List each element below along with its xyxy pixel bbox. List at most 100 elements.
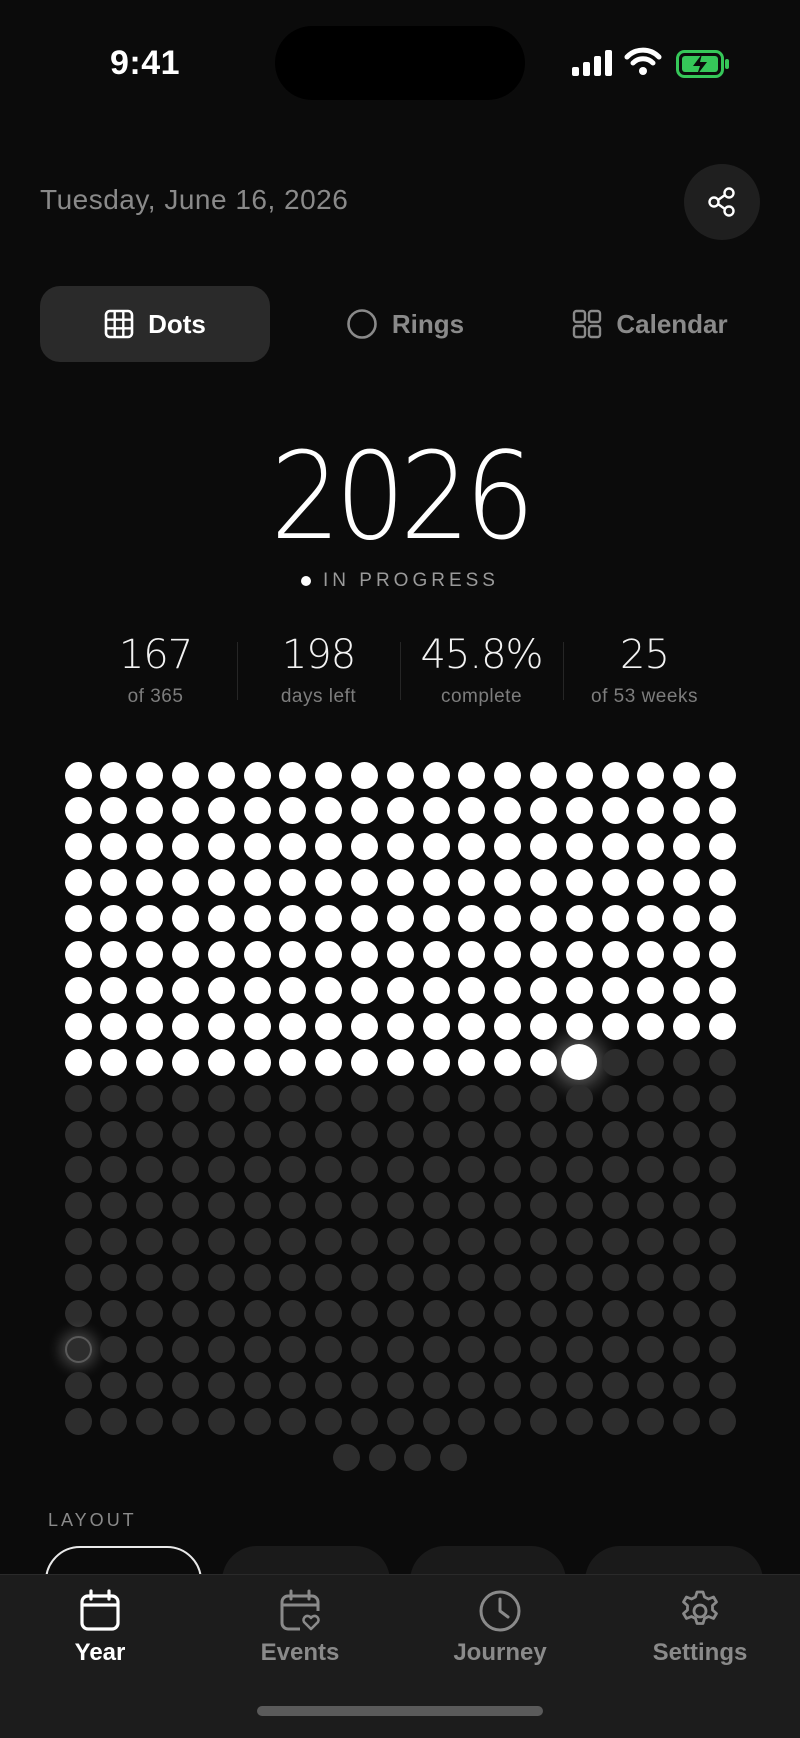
day-dot[interactable] <box>243 1335 271 1363</box>
day-dot[interactable] <box>207 976 235 1004</box>
day-dot[interactable] <box>64 1300 92 1327</box>
day-dot[interactable] <box>708 797 736 825</box>
day-dot[interactable] <box>243 1084 271 1112</box>
day-dot[interactable] <box>494 1156 522 1184</box>
day-dot[interactable] <box>64 905 92 933</box>
day-dot[interactable] <box>350 941 378 968</box>
day-dot[interactable] <box>64 1407 92 1435</box>
day-dot[interactable] <box>279 976 307 1004</box>
day-dot[interactable] <box>637 869 665 897</box>
day-dot[interactable] <box>386 1407 414 1435</box>
day-dot[interactable] <box>279 1156 307 1184</box>
day-dot[interactable] <box>565 761 593 789</box>
day-dot[interactable] <box>708 833 736 861</box>
day-dot[interactable] <box>243 976 271 1004</box>
day-dot[interactable] <box>637 1264 665 1292</box>
day-dot[interactable] <box>422 797 450 825</box>
day-dot[interactable] <box>494 1012 522 1040</box>
day-dot[interactable] <box>529 869 557 897</box>
day-dot[interactable] <box>243 1264 271 1292</box>
day-dot[interactable] <box>171 941 199 968</box>
day-dot[interactable] <box>207 941 235 968</box>
day-dot[interactable] <box>100 1371 128 1399</box>
day-dot[interactable] <box>708 1084 736 1112</box>
day-dot[interactable] <box>279 1228 307 1256</box>
day-dot[interactable] <box>386 941 414 968</box>
day-dot[interactable] <box>529 1084 557 1112</box>
day-dot[interactable] <box>404 1443 432 1471</box>
day-dot[interactable] <box>315 1048 343 1076</box>
day-dot[interactable] <box>529 941 557 968</box>
day-dot[interactable] <box>673 833 701 861</box>
day-dot[interactable] <box>601 797 629 825</box>
day-dot[interactable] <box>315 1084 343 1112</box>
day-dot[interactable] <box>243 797 271 825</box>
day-dot[interactable] <box>207 797 235 825</box>
day-dot[interactable] <box>171 1192 199 1220</box>
day-dot[interactable] <box>136 1371 164 1399</box>
day-dot[interactable] <box>422 1407 450 1435</box>
day-dot[interactable] <box>350 1407 378 1435</box>
day-dot[interactable] <box>422 1012 450 1040</box>
day-dot[interactable] <box>350 1192 378 1220</box>
day-dot[interactable] <box>529 1192 557 1220</box>
day-dot[interactable] <box>386 1192 414 1220</box>
day-dot[interactable] <box>171 1048 199 1076</box>
day-dot[interactable] <box>386 1084 414 1112</box>
day-dot[interactable] <box>64 1084 92 1112</box>
day-dot[interactable] <box>350 1156 378 1184</box>
day-dot[interactable] <box>207 833 235 861</box>
day-dot[interactable] <box>100 1335 128 1363</box>
tabbar-settings[interactable]: Settings <box>615 1589 785 1667</box>
day-dot[interactable] <box>601 1012 629 1040</box>
day-dot[interactable] <box>279 1192 307 1220</box>
day-dot[interactable] <box>601 761 629 789</box>
day-dot[interactable] <box>100 761 128 789</box>
day-dot[interactable] <box>422 1335 450 1363</box>
day-dot[interactable] <box>637 797 665 825</box>
day-dot[interactable] <box>529 976 557 1004</box>
day-dot[interactable] <box>207 1012 235 1040</box>
day-dot[interactable] <box>243 1156 271 1184</box>
day-dot[interactable] <box>440 1443 468 1471</box>
day-dot[interactable] <box>136 1264 164 1292</box>
day-dot[interactable] <box>673 1371 701 1399</box>
day-dot[interactable] <box>494 761 522 789</box>
day-dot[interactable] <box>458 1192 486 1220</box>
day-dot[interactable] <box>171 1264 199 1292</box>
day-dot[interactable] <box>350 1012 378 1040</box>
day-dot[interactable] <box>565 941 593 968</box>
day-dot[interactable] <box>494 869 522 897</box>
day-dot[interactable] <box>386 869 414 897</box>
day-dot[interactable] <box>207 1084 235 1112</box>
day-dot[interactable] <box>565 1407 593 1435</box>
day-dot[interactable] <box>601 941 629 968</box>
day-dot[interactable] <box>350 1264 378 1292</box>
day-dot[interactable] <box>136 1407 164 1435</box>
day-dot[interactable] <box>100 905 128 933</box>
day-dot[interactable] <box>708 1048 736 1076</box>
day-dot[interactable] <box>100 976 128 1004</box>
day-dot[interactable] <box>136 761 164 789</box>
day-dot[interactable] <box>673 1407 701 1435</box>
day-dot[interactable] <box>64 1228 92 1256</box>
day-dot[interactable] <box>529 1335 557 1363</box>
day-dot[interactable] <box>637 1084 665 1112</box>
day-dot[interactable] <box>708 905 736 933</box>
day-dot[interactable] <box>708 1335 736 1363</box>
day-dot[interactable] <box>243 1192 271 1220</box>
day-dot[interactable] <box>565 1084 593 1112</box>
day-dot[interactable] <box>243 1120 271 1148</box>
day-dot[interactable] <box>279 761 307 789</box>
day-dot[interactable] <box>315 1192 343 1220</box>
day-dot[interactable] <box>458 1012 486 1040</box>
day-dot[interactable] <box>279 1048 307 1076</box>
day-dot[interactable] <box>279 1300 307 1327</box>
day-dot[interactable] <box>386 1264 414 1292</box>
day-dot[interactable] <box>601 1120 629 1148</box>
day-dot[interactable] <box>601 1371 629 1399</box>
day-dot[interactable] <box>136 1335 164 1363</box>
day-dot[interactable] <box>279 1012 307 1040</box>
day-dot[interactable] <box>100 797 128 825</box>
day-dot[interactable] <box>207 1228 235 1256</box>
